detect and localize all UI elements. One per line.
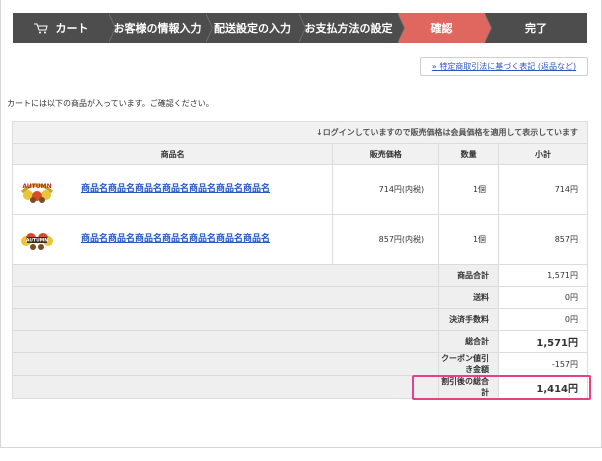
summary-value: 0円 (498, 308, 588, 331)
product-quantity: 1個 (438, 214, 500, 265)
product-quantity: 1個 (438, 164, 500, 215)
product-subtotal: 714円 (498, 164, 588, 215)
product-cell: AUTUMN 商品名商品名商品名商品名商品名商品名商品名 (11, 214, 334, 265)
summary-label: クーポン値引き金額 (438, 352, 500, 376)
step-customer-info-label: お客様の情報入力 (113, 22, 202, 35)
summary-value: 1,571円 (498, 330, 588, 353)
cart-table: ↓ログインしていますので販売価格は会員価格を適用して表示しています 商品名 販売… (11, 121, 588, 399)
header-quantity: 数量 (438, 143, 500, 165)
step-confirm-label: 確認 (430, 22, 453, 35)
step-shipping: 配送設定の入力 (206, 13, 306, 43)
summary-label: 商品合計 (438, 264, 500, 287)
summary-spacer (11, 286, 440, 309)
product-thumbnail[interactable]: AUTUMN (19, 226, 55, 254)
summary-row-coupon-discount: クーポン値引き金額 -157円 (11, 352, 588, 376)
table-row: AUTUMN 商品名商品名商品名商品名商品名商品名商品名 857円(内税) 1個… (11, 214, 588, 265)
cart-icon (33, 23, 48, 34)
table-row: AUTUMN 商品名商品名商品名商品名商品名商品名商品名 714円(内税) 1個… (11, 164, 588, 215)
summary-spacer (11, 264, 440, 287)
summary-spacer (11, 330, 440, 353)
summary-row-payment-fee: 決済手数料 0円 (11, 308, 588, 331)
member-price-notice: ↓ログインしていますので販売価格は会員価格を適用して表示しています (12, 121, 588, 144)
product-subtotal: 857円 (498, 214, 588, 265)
summary-label: 決済手数料 (438, 308, 500, 331)
table-header-row: 商品名 販売価格 数量 小計 (11, 143, 588, 165)
summary-spacer (11, 308, 440, 331)
product-price: 857円(内税) (332, 214, 440, 265)
coupon-highlight-box (412, 375, 591, 400)
step-payment: お支払方法の設定 (299, 13, 405, 43)
summary-spacer (11, 375, 440, 399)
product-cell: AUTUMN 商品名商品名商品名商品名商品名商品名商品名 (11, 164, 334, 215)
step-shipping-label: 配送設定の入力 (214, 22, 291, 35)
product-price: 714円(内税) (332, 164, 440, 215)
summary-row-shipping: 送料 0円 (11, 286, 588, 309)
cart-intro-text: カートには以下の商品が入っています。ご確認ください。 (7, 99, 214, 108)
header-product-name: 商品名 (11, 143, 334, 165)
product-thumbnail[interactable]: AUTUMN (19, 176, 55, 204)
thumb-logo-text: AUTUMN (26, 237, 48, 243)
step-payment-label: お支払方法の設定 (304, 22, 393, 35)
thumb-logo-text: AUTUMN (22, 183, 51, 190)
header-price: 販売価格 (332, 143, 440, 165)
summary-label: 総合計 (438, 330, 500, 353)
checkout-steps: カート お客様の情報入力 配送設定の入力 お支払方法の設定 確認 完了 (13, 13, 587, 43)
summary-value: -157円 (498, 352, 588, 376)
summary-row-grand-total: 総合計 1,571円 (11, 330, 588, 353)
header-subtotal: 小計 (498, 143, 588, 165)
legal-notice-link[interactable]: » 特定商取引法に基づく表記 (返品など) (420, 57, 588, 76)
step-cart-label: カート (55, 22, 89, 35)
summary-value: 1,571円 (498, 264, 588, 287)
member-price-notice-row: ↓ログインしていますので販売価格は会員価格を適用して表示しています (12, 121, 588, 144)
summary-spacer (11, 352, 440, 376)
product-name-link[interactable]: 商品名商品名商品名商品名商品名商品名商品名 (81, 231, 270, 244)
summary-label: 送料 (438, 286, 500, 309)
step-complete: 完了 (485, 13, 587, 43)
step-confirm: 確認 (398, 13, 492, 43)
step-cart: カート (13, 13, 116, 43)
step-customer-info: お客様の情報入力 (109, 13, 213, 43)
product-name-link[interactable]: 商品名商品名商品名商品名商品名商品名商品名 (81, 181, 270, 194)
step-complete-label: 完了 (525, 22, 547, 35)
summary-row-items-total: 商品合計 1,571円 (11, 264, 588, 287)
summary-value: 0円 (498, 286, 588, 309)
